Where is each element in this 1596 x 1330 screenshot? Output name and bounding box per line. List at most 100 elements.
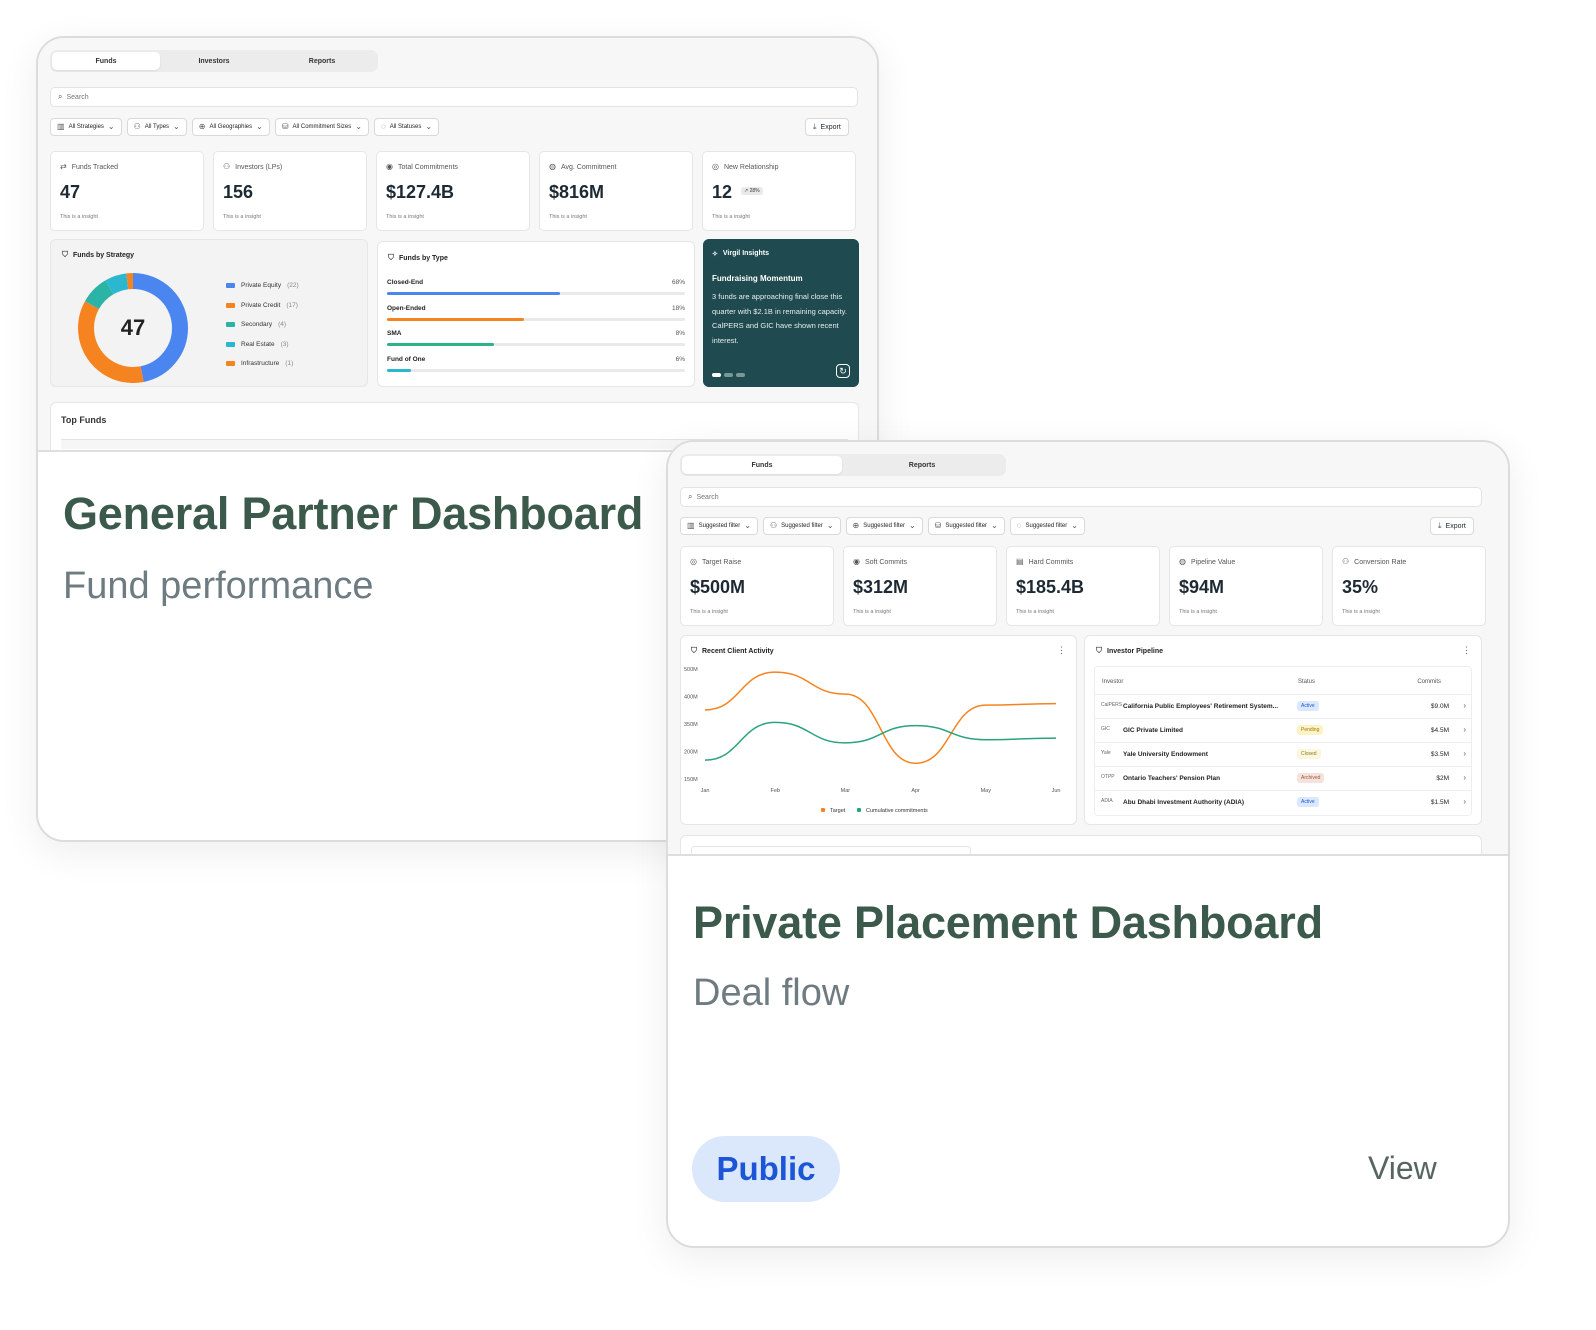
type-bar-row: Fund of One 6% — [387, 356, 685, 374]
table-row[interactable]: CalPERS California Public Employees' Reti… — [1095, 694, 1471, 718]
suggested-filter[interactable]: ◌ Suggested filter ⌄ — [1009, 517, 1085, 535]
strategy-legend-item: Private Equity (22) — [226, 282, 299, 289]
type-percent: 68% — [671, 279, 685, 286]
status-badge: Active — [1297, 701, 1319, 711]
filter-commitment-sizes[interactable]: ⛁ All Commitment Sizes ⌄ — [274, 118, 369, 136]
chevron-down-icon: ⌄ — [256, 122, 263, 131]
chevron-down-icon: ⌄ — [826, 521, 834, 530]
chevron-down-icon: ⌄ — [425, 122, 433, 131]
search-input[interactable]: ⌕ Search — [680, 487, 1482, 507]
card-title: Private Placement Dashboard — [693, 897, 1323, 948]
y-tick-label: 150M — [684, 777, 698, 783]
col-status: Status — [1298, 679, 1316, 685]
type-percent: 6% — [675, 355, 685, 363]
export-button[interactable]: ⤓ Export — [805, 118, 849, 136]
tab-reports[interactable]: Reports — [268, 52, 376, 70]
activity-line-chart: 500M 400M 350M 200M 150MJan Feb Mar Apr May Jun Ta… — [684, 667, 1060, 814]
legend-label: Infrastructure — [241, 360, 280, 367]
chevron-right-icon[interactable]: › — [1463, 749, 1466, 758]
legend-label: Secondary — [241, 321, 273, 328]
more-options-icon[interactable]: ⋮ — [1462, 645, 1471, 656]
legend-swatch — [857, 808, 861, 812]
type-bar-fill — [387, 292, 560, 295]
filter-types[interactable]: ⚇ All Types ⌄ — [126, 118, 187, 136]
chevron-right-icon[interactable]: › — [1463, 797, 1466, 806]
type-bar-track — [387, 292, 685, 295]
pp-dashboard-screenshot: Funds Reports ⌕ Search ▥ Suggested filter… — [668, 442, 1508, 856]
kpi-card: ◍ Avg. Commitment $816M This is a insight — [539, 151, 693, 231]
recent-client-activity-panel: ⛉ Recent Client Activity ⋮ 500M 400M 350M 20… — [680, 635, 1077, 825]
tab-funds[interactable]: Funds — [52, 52, 160, 70]
search-input[interactable]: ⌕ Search — [50, 87, 858, 107]
users-icon: ⚇ — [1342, 557, 1350, 566]
table-row[interactable]: OTPP Ontario Teachers' Pension Plan Archiv… — [1095, 766, 1471, 790]
coins-icon: ⛁ — [281, 122, 289, 131]
public-badge[interactable]: Public — [692, 1136, 840, 1202]
chevron-right-icon[interactable]: › — [1463, 773, 1466, 782]
legend-swatch — [226, 322, 235, 327]
kpi-card: ◎ Target Raise $500M This is a insight — [680, 546, 834, 626]
suggested-filter[interactable]: ⊕ Suggested filter ⌄ — [845, 517, 923, 535]
strategy-legend-item: Infrastructure (1) — [226, 360, 293, 367]
y-tick-label: 200M — [684, 750, 698, 756]
handshake-icon: ◎ — [712, 162, 719, 171]
shield-icon: ⛉ — [62, 250, 68, 259]
chevron-right-icon[interactable]: › — [1463, 725, 1466, 734]
carousel-dot-active[interactable] — [712, 373, 721, 377]
pp-tabs: Funds Reports — [680, 454, 1006, 476]
suggested-filter[interactable]: ⚇ Suggested filter ⌄ — [762, 517, 841, 535]
table-row[interactable]: ADIA Abu Dhabi Investment Authority (ADIA… — [1095, 790, 1471, 814]
investor-logo: Yale — [1101, 750, 1111, 756]
legend-label: Private Equity — [241, 282, 282, 289]
x-tick-label: Feb — [770, 788, 779, 794]
filter-geographies[interactable]: ⊕ All Geographies ⌄ — [191, 118, 270, 136]
dollar-icon: ◉ — [853, 557, 860, 566]
kpi-row: ⇄ Funds Tracked 47 This is a insight ⚇ Inves… — [50, 151, 856, 231]
shield-icon: ⛉ — [388, 253, 394, 262]
export-button[interactable]: ⤓ Export — [1430, 517, 1474, 535]
legend-count: (22) — [287, 282, 299, 289]
table-row[interactable]: GIC GIC Private Limited Pending $4.5M › — [1095, 718, 1471, 742]
trend-badge: ↗ 28% — [741, 187, 763, 195]
virgil-insights-panel: ✧ Virgil Insights Fundraising Momentum 3 … — [703, 239, 859, 387]
suggested-filter[interactable]: ▥ Suggested filter ⌄ — [680, 517, 758, 535]
download-icon: ⤓ — [1438, 521, 1442, 530]
carousel-dot[interactable] — [724, 373, 733, 377]
status-icon: ◌ — [380, 122, 386, 131]
col-commits: Commits — [1417, 679, 1441, 685]
filter-statuses[interactable]: ◌ All Statuses ⌄ — [373, 118, 440, 136]
chevron-down-icon: ⌄ — [744, 521, 751, 530]
refresh-icon[interactable]: ↻ — [836, 364, 850, 378]
investor-name: GIC Private Limited — [1123, 727, 1183, 734]
kpi-card: ▤ Hard Commits $185.4B This is a insight — [1006, 546, 1160, 626]
type-bar-fill — [387, 368, 411, 372]
kpi-card: ◉ Soft Commits $312M This is a insight — [843, 546, 997, 626]
investor-logo: GIC — [1101, 726, 1110, 732]
y-tick-label: 350M — [684, 722, 698, 728]
suggested-filter[interactable]: ⛁ Suggested filter ⌄ — [927, 517, 1005, 535]
legend-count: (3) — [280, 340, 289, 348]
table-row[interactable]: Yale Yale University Endowment Closed $3.5M… — [1095, 742, 1471, 766]
filter-strategies[interactable]: ▥ All Strategies ⌄ — [50, 118, 122, 136]
carousel-dots[interactable] — [712, 373, 745, 377]
filter-bar: ▥ Suggested filter ⌄ ⚇ Suggested filter ⌄ ⊕ S… — [680, 517, 1085, 535]
legend-swatch — [226, 361, 235, 366]
private-placement-card[interactable]: Funds Reports ⌕ Search ▥ Suggested filter… — [666, 440, 1510, 1248]
carousel-dot[interactable] — [736, 373, 745, 377]
commits-value: $4.5M — [1430, 727, 1449, 734]
view-link[interactable]: View — [1368, 1150, 1437, 1187]
target-icon: ◎ — [690, 557, 697, 566]
x-tick-label: Apr — [911, 788, 920, 794]
series-line-0 — [704, 671, 1057, 765]
gp-dashboard-screenshot: Funds Investors Reports ⌕ Search ▥ All St… — [38, 38, 877, 452]
status-badge: Active — [1297, 797, 1319, 807]
tab-funds[interactable]: Funds — [682, 456, 842, 474]
type-label: SMA — [387, 330, 402, 337]
type-label: Open-Ended — [387, 304, 426, 312]
legend-count: (1) — [285, 360, 294, 367]
chevron-right-icon[interactable]: › — [1463, 701, 1466, 710]
document-icon: ▤ — [1016, 557, 1024, 566]
legend-count: (4) — [278, 321, 287, 328]
tab-reports[interactable]: Reports — [842, 456, 1002, 474]
tab-investors[interactable]: Investors — [160, 52, 268, 70]
